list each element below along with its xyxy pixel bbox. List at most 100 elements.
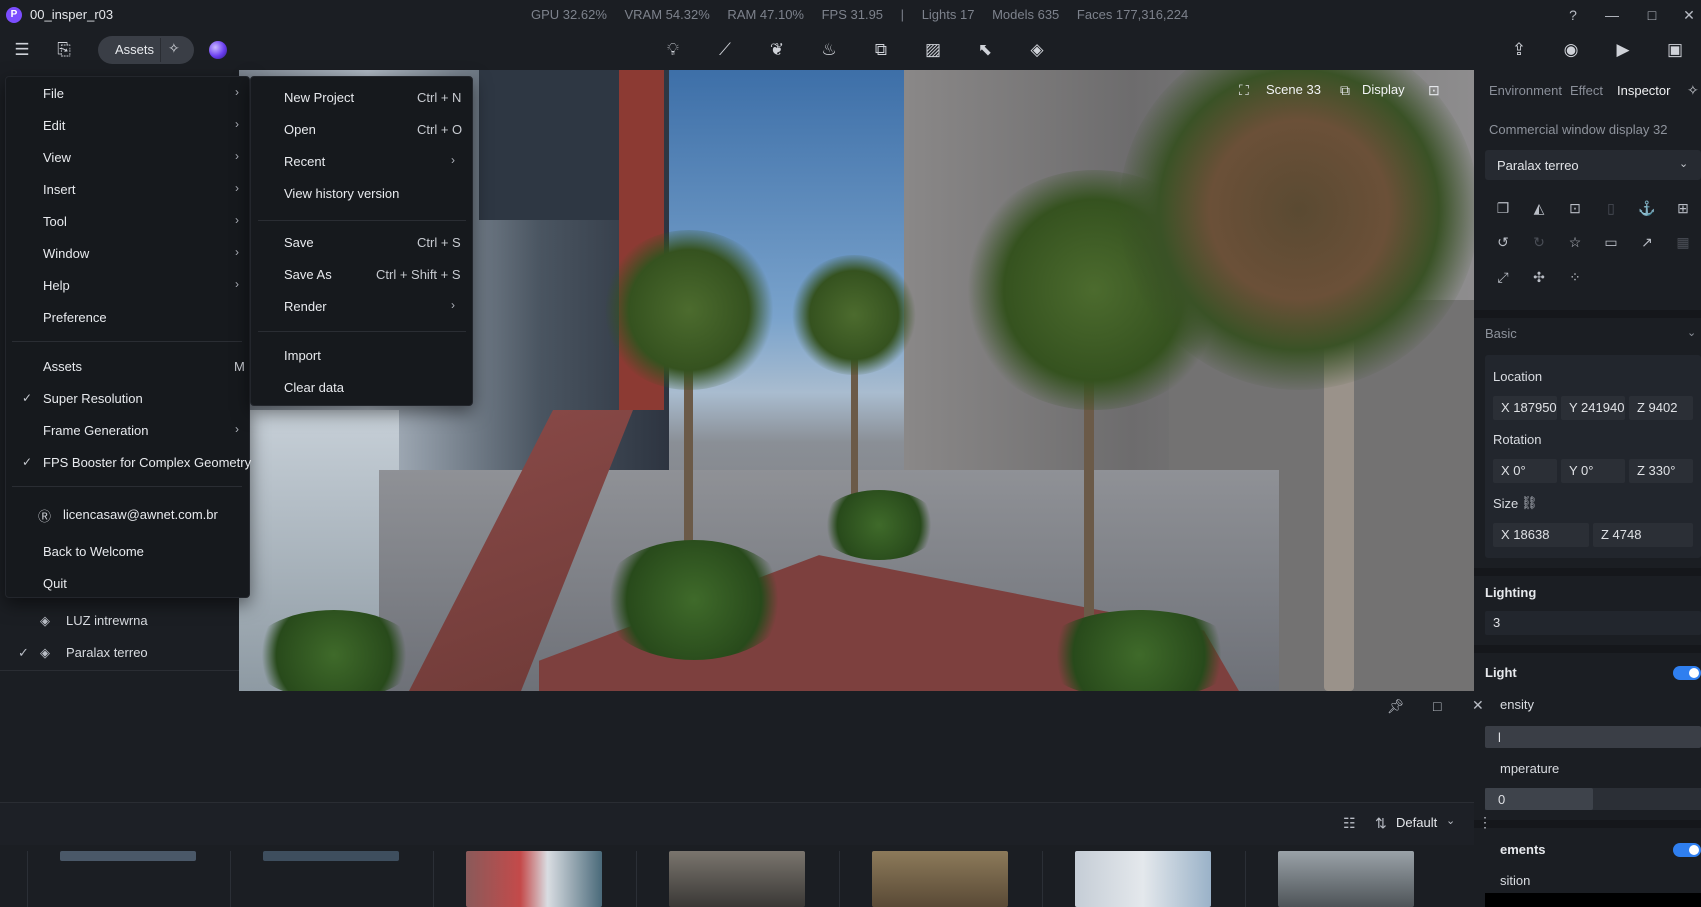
viewport-camera-icon[interactable]: ⊡ [1428,82,1440,99]
leaf-icon[interactable]: ❦ [765,38,789,62]
close-panel-icon[interactable]: ✕ [1472,697,1484,714]
select-add-icon[interactable]: ⬉ [973,38,997,62]
asset-thumbnail[interactable] [1278,851,1414,907]
align-icon[interactable]: ▯ [1600,197,1622,219]
asset-thumbnail[interactable] [1075,851,1211,907]
elements-section-header[interactable]: ements [1500,842,1546,857]
intensity-input[interactable]: l [1485,726,1701,748]
menu-item-help[interactable]: Help › [5,270,248,300]
display-icon[interactable]: ⧉ [1340,82,1350,99]
submenu-item-view-history[interactable]: View history version [252,178,471,208]
tab-inspector[interactable]: Inspector [1617,83,1670,98]
ai-sparkle-icon[interactable]: ✧ [168,40,180,57]
scatter-icon[interactable]: ⁘ [1564,266,1586,288]
submenu-item-recent[interactable]: Recent › [252,146,471,176]
light-section-header[interactable]: Light [1485,665,1517,680]
layer-row[interactable]: ✓ ◈ Paralax terreo [0,637,239,669]
asset-thumbnail[interactable] [669,851,805,907]
maximize-panel-icon[interactable]: □ [1433,698,1441,714]
position-field[interactable] [1485,893,1701,907]
menu-item-file[interactable]: File › [5,78,248,108]
ground-snap-icon[interactable]: ⚓ [1636,197,1658,219]
light-toggle[interactable] [1673,666,1701,680]
display-selector[interactable]: Display [1362,82,1405,97]
export-image-icon[interactable]: ⇪ [1507,38,1531,62]
material-sphere-icon[interactable] [209,41,227,59]
submenu-item-save-as[interactable]: Save As Ctrl + Shift + S [252,259,471,289]
location-z-input[interactable]: Z 9402 [1629,396,1693,420]
location-y-input[interactable]: Y 241940 [1561,396,1625,420]
temperature-slider-fill[interactable]: 0 [1485,788,1593,810]
menu-item-quit[interactable]: Quit [5,568,248,598]
sort-icon[interactable]: ⇅ [1375,815,1387,832]
asset-thumbnail[interactable] [466,851,602,907]
favorite-icon[interactable]: ☆ [1564,231,1586,253]
size-x-input[interactable]: X 18638 [1493,523,1589,547]
light-bulb-icon[interactable]: 💡︎ [661,38,685,62]
asset-thumbnail[interactable] [263,851,399,861]
submenu-item-import[interactable]: Import [252,340,471,370]
menu-item-account[interactable]: Ⓡ licencasaw@awnet.com.br [5,499,248,529]
menu-item-view[interactable]: View › [5,142,248,172]
render-queue-icon[interactable]: ▣ [1663,38,1687,62]
sort-dropdown[interactable]: Default [1396,815,1437,830]
maximize-button[interactable]: □ [1641,5,1663,25]
elements-toggle[interactable] [1673,843,1701,857]
copy-icon[interactable]: ❐ [1492,197,1514,219]
hamburger-menu-icon[interactable]: ☰ [10,38,34,62]
menu-item-super-resolution[interactable]: ✓ Super Resolution [5,383,248,413]
rotation-y-input[interactable]: Y 0° [1561,459,1625,483]
undo-icon[interactable]: ↺ [1492,231,1514,253]
menu-item-assets[interactable]: Assets M [5,351,248,381]
video-icon[interactable]: ▶ [1611,38,1635,62]
folder-icon[interactable]: ▭ [1600,231,1622,253]
rotation-x-input[interactable]: X 0° [1493,459,1557,483]
checklist-icon[interactable]: ☷ [1343,815,1356,832]
expand-icon[interactable]: ✣ [1528,266,1550,288]
layer-row[interactable]: ◈ LUZ intrewrna [0,605,239,637]
sparkle-tab-icon[interactable]: ✧ [1687,82,1699,99]
pin-icon[interactable]: 📌︎ [1387,698,1405,715]
share-icon[interactable]: ↗ [1636,231,1658,253]
size-z-input[interactable]: Z 4748 [1593,523,1693,547]
unlink-icon[interactable]: ⛓ [1521,495,1538,511]
help-icon[interactable]: ? [1562,5,1584,25]
tab-effect[interactable]: Effect [1570,83,1603,98]
menu-item-tool[interactable]: Tool › [5,206,248,236]
menu-item-frame-generation[interactable]: Frame Generation › [5,415,248,445]
import-file-icon[interactable]: ⎘ [52,38,76,62]
lighting-section-header[interactable]: Lighting [1485,585,1536,600]
menu-item-edit[interactable]: Edit › [5,110,248,140]
menu-item-fps-booster[interactable]: ✓ FPS Booster for Complex Geometry [5,447,251,477]
scene-icon[interactable]: ⛶ [1239,82,1249,99]
rotation-z-input[interactable]: Z 330° [1629,459,1693,483]
menu-item-window[interactable]: Window › [5,238,248,268]
tab-environment[interactable]: Environment [1489,83,1562,98]
location-x-input[interactable]: X 187950 [1493,396,1557,420]
basic-section-header[interactable]: Basic [1485,326,1517,341]
scale-icon[interactable]: ⤢ [1492,266,1514,288]
path-tool-icon[interactable]: ⟋ [713,38,737,62]
duplicate-icon[interactable]: ⊞ [1672,197,1694,219]
submenu-item-render[interactable]: Render › [252,291,471,321]
redo-icon[interactable]: ↻ [1528,231,1550,253]
mirror-icon[interactable]: ◭ [1528,197,1550,219]
submenu-item-save[interactable]: Save Ctrl + S [252,227,471,257]
close-window-button[interactable]: ✕ [1678,5,1700,25]
submenu-item-clear-data[interactable]: Clear data [252,372,471,402]
lighting-value-input[interactable]: 3 [1485,611,1701,635]
submenu-item-new-project[interactable]: New Project Ctrl + N [252,82,471,112]
submenu-item-open[interactable]: Open Ctrl + O [252,114,471,144]
fire-icon[interactable]: ♨ [817,38,841,62]
camera-track-icon[interactable]: ⧉ [869,38,893,62]
camera-icon[interactable]: ◉ [1559,38,1583,62]
layers-icon[interactable]: ◈ [1025,38,1049,62]
menu-item-insert[interactable]: Insert › [5,174,248,204]
menu-item-back-to-welcome[interactable]: Back to Welcome [5,536,248,566]
minimize-button[interactable]: — [1601,5,1623,25]
asset-thumbnail[interactable] [872,851,1008,907]
menu-item-preference[interactable]: Preference [5,302,248,332]
material-icon[interactable]: ▨ [921,38,945,62]
scene-selector[interactable]: Scene 33 [1266,82,1321,97]
focus-icon[interactable]: ⊡ [1564,197,1586,219]
